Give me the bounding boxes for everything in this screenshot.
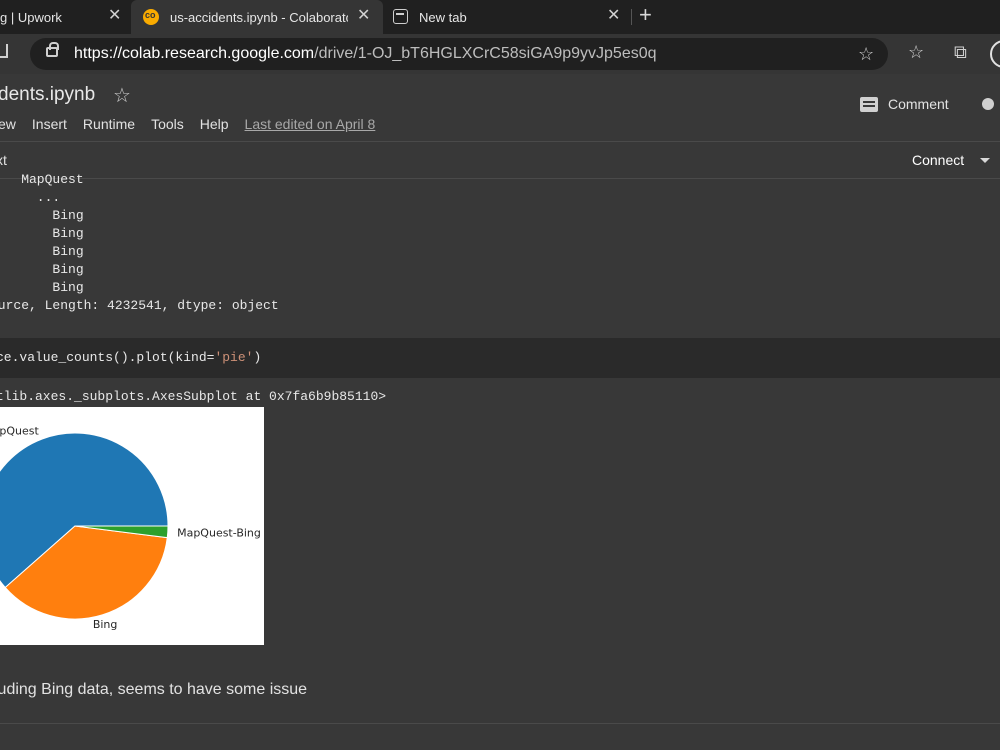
code-line[interactable]: ce.value_counts().plot(kind='pie') <box>0 349 261 367</box>
cell-divider <box>0 723 1000 724</box>
code-text: ce.value_counts().plot(kind= <box>0 350 215 365</box>
add-favorite-icon[interactable]: ☆ <box>858 44 874 65</box>
collections-icon[interactable]: ⧉ <box>954 42 967 63</box>
pie-chart-output: MapQuest Bing MapQuest-Bing <box>0 407 264 645</box>
people-icon[interactable] <box>982 98 994 110</box>
pie-label-mapquest: MapQuest <box>0 424 39 437</box>
new-tab-plus-icon[interactable]: + <box>639 4 652 26</box>
menu-runtime[interactable]: Runtime <box>83 116 135 132</box>
menu-bar: ew Insert Runtime Tools Help Last edited… <box>0 116 391 132</box>
tab-separator <box>631 9 632 25</box>
home-icon[interactable] <box>0 44 8 58</box>
comment-label: Comment <box>888 96 949 112</box>
menu-insert[interactable]: Insert <box>32 116 67 132</box>
new-tab-favicon-icon <box>393 9 408 24</box>
code-string: 'pie' <box>214 350 254 365</box>
tab-label: us-accidents.ipynb - Colaboratory <box>170 9 348 25</box>
browser-tab-strip: g | Upwork ✕ us-accidents.ipynb - Colabo… <box>0 0 1000 34</box>
notebook-content: MapQuest ... Bing Bing Bing Bing Bing ou… <box>0 172 1000 750</box>
close-icon[interactable]: ✕ <box>108 8 121 24</box>
code-text-end: ) <box>253 350 262 365</box>
last-edited-link[interactable]: Last edited on April 8 <box>245 116 376 132</box>
close-icon[interactable]: ✕ <box>357 8 370 24</box>
notebook-title[interactable]: dents.ipynb <box>0 84 95 106</box>
profile-avatar[interactable] <box>990 40 1000 68</box>
add-text-button[interactable]: xt <box>0 152 7 168</box>
comment-button[interactable]: Comment <box>860 96 949 112</box>
lock-icon[interactable] <box>46 42 59 57</box>
colab-header: dents.ipynb ☆ ew Insert Runtime Tools He… <box>0 74 1000 142</box>
menu-view[interactable]: ew <box>0 116 16 132</box>
markdown-text: luding Bing data, seems to have some iss… <box>0 681 308 698</box>
code-cell[interactable]: ce.value_counts().plot(kind='pie') <box>0 338 1000 378</box>
pie-label-mapquest-bing: MapQuest-Bing <box>177 526 261 539</box>
cell-output-repr: tlib.axes._subplots.AxesSubplot at 0x7fa… <box>0 389 387 404</box>
tab-upwork[interactable]: g | Upwork ✕ <box>0 0 131 34</box>
pie-chart: MapQuest Bing MapQuest-Bing <box>0 424 261 631</box>
tab-new-tab[interactable]: New tab ✕ <box>383 0 633 34</box>
tab-colab[interactable]: us-accidents.ipynb - Colaboratory ✕ <box>131 0 383 34</box>
menu-help[interactable]: Help <box>200 116 229 132</box>
tab-label: g | Upwork <box>0 9 62 25</box>
chevron-down-icon[interactable] <box>980 158 990 163</box>
address-bar[interactable]: https://colab.research.google.com/drive/… <box>30 38 888 70</box>
comment-icon <box>860 96 878 112</box>
url-text[interactable]: https://colab.research.google.com/drive/… <box>74 45 657 63</box>
star-icon[interactable]: ☆ <box>113 83 131 108</box>
url-host: https://colab.research.google.com <box>74 45 315 62</box>
close-icon[interactable]: ✕ <box>607 8 620 24</box>
favorites-icon[interactable]: ☆ <box>908 42 924 63</box>
menu-tools[interactable]: Tools <box>151 116 184 132</box>
pie-label-bing: Bing <box>93 618 118 631</box>
cell-output-series: MapQuest ... Bing Bing Bing Bing Bing ou… <box>0 172 279 313</box>
colab-favicon-icon <box>143 9 159 25</box>
address-bar-row: https://colab.research.google.com/drive/… <box>0 34 1000 74</box>
url-path: /drive/1-OJ_bT6HGLXCrC58siGA9p9yvJp5es0q <box>314 45 657 62</box>
connect-button[interactable]: Connect <box>912 152 964 168</box>
tab-label: New tab <box>419 9 467 25</box>
